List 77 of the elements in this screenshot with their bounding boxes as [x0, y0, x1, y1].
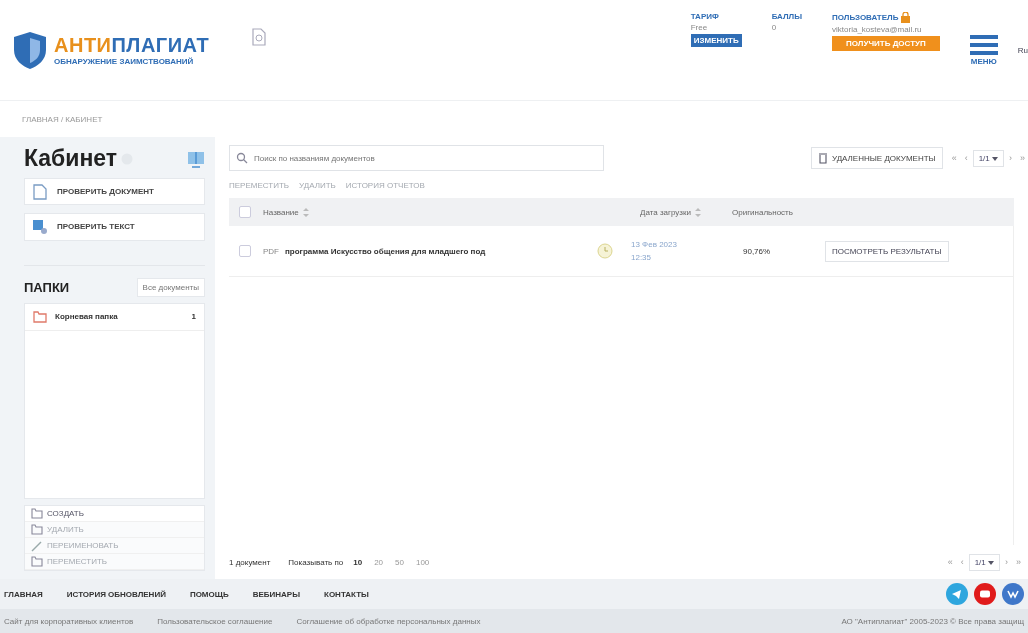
dropdown-caret-icon	[988, 560, 994, 565]
footer-nav-link[interactable]: ПОМОЩЬ	[189, 589, 229, 599]
column-header[interactable]: Название	[263, 207, 299, 217]
column-header: Оригинальность	[732, 207, 793, 217]
check-action-button[interactable]: ПРОВЕРИТЬ ДОКУМЕНТ	[24, 178, 205, 206]
file-type-label: PDF	[263, 246, 279, 256]
page-size-option[interactable]: 100	[413, 557, 432, 567]
tariff-value: Free	[690, 23, 709, 32]
row-checkbox[interactable]	[239, 245, 251, 257]
shield-logo-icon	[12, 30, 48, 70]
breadcrumb: ГЛАВНАЯ / КАБИНЕТ	[21, 114, 104, 126]
document-count: 1 документ	[229, 557, 271, 567]
change-tariff-button[interactable]: ИЗМЕНИТЬ	[690, 34, 742, 47]
book-icon[interactable]	[187, 149, 205, 168]
dropdown-caret-icon	[992, 156, 998, 161]
next-page-button[interactable]: ›	[1006, 153, 1015, 163]
document-search-icon[interactable]	[251, 28, 268, 46]
footer-nav-link[interactable]: КОНТАКТЫ	[324, 589, 369, 599]
folder-icon	[31, 508, 43, 519]
page-size-option[interactable]: 10	[351, 557, 365, 567]
last-page-button[interactable]: »	[1017, 153, 1028, 163]
tariff-label: ТАРИФ	[690, 12, 720, 21]
folder-icon	[31, 524, 43, 535]
sort-icon[interactable]	[694, 207, 701, 217]
page-select[interactable]: 1/1	[972, 149, 1004, 167]
page-size-option[interactable]: 20	[372, 557, 386, 567]
first-page-button[interactable]: «	[944, 557, 956, 567]
previous-page-button[interactable]: ‹	[957, 557, 967, 567]
check-action-button[interactable]: ПРОВЕРИТЬ ТЕКСТ	[24, 213, 205, 241]
select-all-checkbox[interactable]	[239, 206, 251, 218]
footer-nav-link[interactable]: ИСТОРИЯ ОБНОВЛЕНИЙ	[66, 589, 166, 599]
points-value: 0	[771, 23, 778, 32]
copyright: АО "Антиплагиат" 2005-2023 © Все права защищ	[841, 616, 1024, 626]
footer-link[interactable]: Сайт для корпоративных клиентов	[4, 616, 134, 626]
footer-link[interactable]: Соглашение об обработке персональных данных	[296, 616, 481, 626]
footer-nav-link[interactable]: ВЕБИНАРЫ	[252, 589, 300, 599]
user-label: ПОЛЬЗОВАТЕЛЬ	[832, 13, 899, 22]
logo-subtitle: ОБНАРУЖЕНИЕ ЗАИМСТВОВАНИЙ	[54, 57, 195, 66]
previous-page-button[interactable]: ‹	[961, 153, 971, 163]
cabinet-title: Кабинет	[24, 145, 118, 172]
text-edit-icon	[33, 219, 47, 234]
lock-icon	[901, 12, 911, 23]
clock-icon	[597, 243, 613, 259]
footer-nav-link[interactable]: ГЛАВНАЯ	[4, 589, 43, 599]
pencil-icon	[31, 539, 43, 552]
upload-date: 13 Фев 2023	[631, 240, 677, 249]
folder-icon	[33, 310, 47, 323]
document-name[interactable]: программа Искусство общения для младшего под	[285, 246, 585, 256]
document-icon	[33, 183, 47, 200]
folders-title: ПАПКИ	[24, 279, 70, 295]
originality-value: 90,76%	[743, 246, 772, 256]
first-page-button[interactable]: «	[948, 153, 960, 163]
search-icon	[236, 152, 248, 164]
menu-icon	[969, 34, 998, 55]
footer-link[interactable]: Пользовательское соглашение	[157, 616, 273, 626]
folder-count: 1	[191, 312, 196, 322]
next-page-button[interactable]: ›	[1002, 557, 1011, 567]
menu-button[interactable]: МЕНЮ	[969, 34, 998, 66]
page-select[interactable]: 1/1	[968, 553, 1000, 571]
folder-name: Корневая папка	[55, 312, 119, 322]
last-page-button[interactable]: »	[1013, 557, 1024, 567]
sort-icon[interactable]	[302, 207, 309, 217]
deleted-documents-button[interactable]: УДАЛЕННЫЕ ДОКУМЕНТЫ	[810, 147, 943, 169]
points-label: БАЛЛЫ	[771, 12, 803, 21]
all-documents-button[interactable]: Все документы	[136, 277, 205, 297]
page-size-label: Показывать по	[288, 557, 344, 567]
search-field[interactable]: Поиск по названиям документов	[229, 145, 604, 171]
folder-icon	[31, 556, 43, 567]
language-link[interactable]: Ru	[1011, 45, 1028, 55]
folder-item[interactable]: Корневая папка 1	[25, 303, 204, 331]
column-header[interactable]: Дата загрузки	[640, 207, 691, 217]
folder-action-button[interactable]: СОЗДАТЬ	[25, 506, 204, 522]
view-results-button[interactable]: ПОСМОТРЕТЬ РЕЗУЛЬТАТЫ	[825, 240, 949, 262]
page-size-option[interactable]: 50	[393, 557, 406, 567]
logo-title: АНТИПЛАГИАТ	[54, 34, 210, 57]
upload-time: 12:35	[631, 253, 652, 262]
user-email: viktoria_kosteva@mail.ru	[832, 25, 923, 34]
